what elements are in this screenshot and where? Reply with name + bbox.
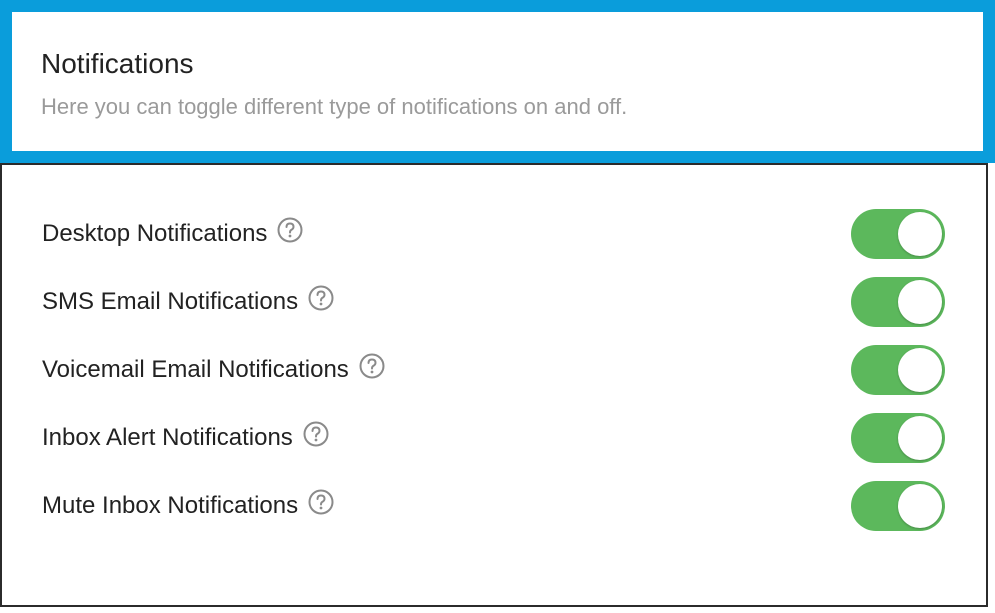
- setting-label: Desktop Notifications: [42, 220, 268, 247]
- toggle-sms-email-notifications[interactable]: [851, 277, 945, 327]
- page-subtitle: Here you can toggle different type of no…: [41, 94, 628, 119]
- toggle-knob: [898, 484, 942, 528]
- setting-row-mute-inbox: Mute Inbox Notifications: [2, 481, 986, 531]
- help-icon[interactable]: [303, 421, 329, 447]
- setting-label: Inbox Alert Notifications: [42, 424, 293, 451]
- notifications-header: Notifications Here you can toggle differ…: [0, 0, 995, 163]
- toggle-knob: [898, 280, 942, 324]
- setting-label-container: Voicemail Email Notifications: [42, 345, 385, 395]
- help-icon[interactable]: [308, 285, 334, 311]
- notification-settings-panel: Desktop Notifications SMS Email Notifica…: [0, 163, 988, 607]
- toggle-inbox-alert-notifications[interactable]: [851, 413, 945, 463]
- setting-row-sms-email: SMS Email Notifications: [2, 277, 986, 327]
- help-icon[interactable]: [308, 489, 334, 515]
- setting-label: Mute Inbox Notifications: [42, 492, 299, 519]
- toggle-desktop-notifications[interactable]: [851, 209, 945, 259]
- help-icon[interactable]: [359, 353, 385, 379]
- setting-row-inbox-alert: Inbox Alert Notifications: [2, 413, 986, 463]
- toggle-knob: [898, 212, 942, 256]
- toggle-mute-inbox-notifications[interactable]: [851, 481, 945, 531]
- setting-row-desktop: Desktop Notifications: [2, 209, 986, 259]
- toggle-knob: [898, 416, 942, 460]
- help-icon[interactable]: [277, 217, 303, 243]
- setting-label-container: Mute Inbox Notifications: [42, 481, 334, 531]
- page-title: Notifications: [41, 48, 194, 79]
- toggle-knob: [898, 348, 942, 392]
- setting-label-container: Inbox Alert Notifications: [42, 413, 329, 463]
- setting-row-voicemail-email: Voicemail Email Notifications: [2, 345, 986, 395]
- setting-label-container: SMS Email Notifications: [42, 277, 334, 327]
- toggle-voicemail-email-notifications[interactable]: [851, 345, 945, 395]
- setting-label-container: Desktop Notifications: [42, 209, 303, 259]
- setting-label: Voicemail Email Notifications: [42, 356, 349, 383]
- setting-label: SMS Email Notifications: [42, 288, 299, 315]
